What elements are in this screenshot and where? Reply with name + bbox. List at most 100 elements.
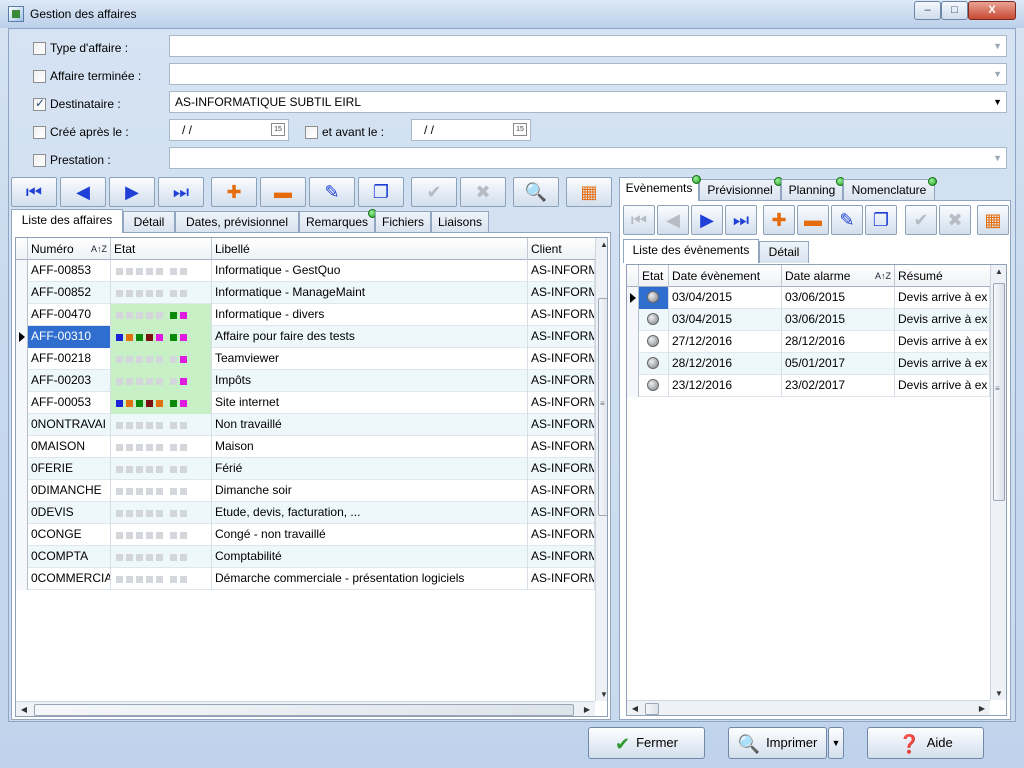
libelle-cell[interactable]: Affaire pour faire des tests bbox=[212, 326, 528, 348]
table-row[interactable]: 28/12/2016 05/01/2017 Devis arrive à ex bbox=[627, 353, 990, 375]
client-cell[interactable]: AS-INFORM bbox=[528, 480, 595, 502]
numero-cell[interactable]: 0NONTRAVAI bbox=[28, 414, 111, 436]
type-affaire-combo[interactable]: ▼ bbox=[169, 35, 1007, 57]
libelle-cell[interactable]: Informatique - divers bbox=[212, 304, 528, 326]
date-alarme-cell[interactable]: 03/06/2015 bbox=[782, 309, 895, 331]
client-cell[interactable]: AS-INFORM bbox=[528, 348, 595, 370]
scroll-thumb[interactable]: ≡ bbox=[993, 283, 1005, 501]
cree-apres-checkbox[interactable] bbox=[33, 125, 46, 139]
client-cell[interactable]: AS-INFORM bbox=[528, 436, 595, 458]
row-selector[interactable] bbox=[16, 260, 28, 282]
cree-apres-date-field[interactable]: / /15 bbox=[169, 119, 289, 141]
client-cell[interactable]: AS-INFORM bbox=[528, 414, 595, 436]
imprimer-button[interactable]: 🔍 Imprimer bbox=[728, 727, 827, 759]
evt-edit-button[interactable]: ✎ bbox=[831, 205, 863, 235]
hscroll-thumb[interactable] bbox=[34, 704, 574, 716]
col-libelle[interactable]: Libellé bbox=[212, 238, 528, 260]
numero-cell[interactable]: 0COMMERCIA bbox=[28, 568, 111, 590]
scroll-down-icon[interactable]: ▼ bbox=[596, 690, 607, 699]
table-row[interactable]: AFF-00218 Teamviewer AS-INFORM bbox=[16, 348, 595, 370]
cancel-button[interactable]: ✖ bbox=[460, 177, 506, 207]
scroll-thumb[interactable]: ≡ bbox=[598, 298, 607, 516]
date-evenement-cell[interactable]: 28/12/2016 bbox=[669, 353, 782, 375]
numero-cell[interactable]: AFF-00203 bbox=[28, 370, 111, 392]
table-row[interactable]: 27/12/2016 28/12/2016 Devis arrive à ex bbox=[627, 331, 990, 353]
client-cell[interactable]: AS-INFORM bbox=[528, 568, 595, 590]
resume-cell[interactable]: Devis arrive à ex bbox=[895, 331, 990, 353]
affaire-terminee-checkbox[interactable] bbox=[33, 69, 46, 83]
client-cell[interactable]: AS-INFORM bbox=[528, 392, 595, 414]
tab-dates-previsionnel[interactable]: Dates, prévisionnel bbox=[175, 211, 299, 233]
col-date-alarme[interactable]: Date alarme A↑Z bbox=[782, 265, 895, 287]
scroll-right-icon[interactable]: ▶ bbox=[579, 705, 595, 714]
numero-cell[interactable]: AFF-00218 bbox=[28, 348, 111, 370]
destinataire-combo[interactable]: AS-INFORMATIQUE SUBTIL EIRL ▼ bbox=[169, 91, 1007, 113]
row-selector[interactable] bbox=[16, 502, 28, 524]
scroll-left-icon[interactable]: ◀ bbox=[627, 704, 643, 713]
libelle-cell[interactable]: Informatique - ManageMaint bbox=[212, 282, 528, 304]
row-selector[interactable] bbox=[16, 414, 28, 436]
scroll-up-icon[interactable]: ▲ bbox=[991, 267, 1006, 276]
date-alarme-cell[interactable]: 03/06/2015 bbox=[782, 287, 895, 309]
libelle-cell[interactable]: Comptabilité bbox=[212, 546, 528, 568]
libelle-cell[interactable]: Etude, devis, facturation, ... bbox=[212, 502, 528, 524]
scroll-right-icon[interactable]: ▶ bbox=[974, 704, 990, 713]
evenements-vertical-scrollbar[interactable]: ▲ ≡ ▼ bbox=[990, 265, 1006, 700]
table-row[interactable]: 03/04/2015 03/06/2015 Devis arrive à ex bbox=[627, 309, 990, 331]
libelle-cell[interactable]: Teamviewer bbox=[212, 348, 528, 370]
libelle-cell[interactable]: Site internet bbox=[212, 392, 528, 414]
row-selector[interactable] bbox=[16, 546, 28, 568]
row-selector[interactable] bbox=[16, 524, 28, 546]
row-selector[interactable] bbox=[627, 309, 639, 331]
affaires-horizontal-scrollbar[interactable]: ◀ ▶ bbox=[16, 701, 595, 716]
tab-previsionnel[interactable]: Prévisionnel bbox=[699, 177, 783, 201]
resume-cell[interactable]: Devis arrive à ex bbox=[895, 287, 990, 309]
libelle-cell[interactable]: Férié bbox=[212, 458, 528, 480]
libelle-cell[interactable]: Maison bbox=[212, 436, 528, 458]
close-button[interactable]: X bbox=[968, 1, 1016, 20]
client-cell[interactable]: AS-INFORM bbox=[528, 370, 595, 392]
evt-prev-button[interactable]: ◀ bbox=[657, 205, 689, 235]
col-numero[interactable]: Numéro A↑Z bbox=[28, 238, 111, 260]
evt-grid-config-button[interactable]: ▦ bbox=[977, 205, 1009, 235]
affaire-terminee-combo[interactable]: ▼ bbox=[169, 63, 1007, 85]
numero-cell[interactable]: AFF-00470 bbox=[28, 304, 111, 326]
libelle-cell[interactable]: Congé - non travaillé bbox=[212, 524, 528, 546]
tab-liste-affaires[interactable]: Liste des affaires bbox=[11, 209, 123, 233]
table-row[interactable]: 0FERIE Férié AS-INFORM bbox=[16, 458, 595, 480]
edit-button[interactable]: ✎ bbox=[309, 177, 355, 207]
client-cell[interactable]: AS-INFORM bbox=[528, 502, 595, 524]
client-cell[interactable]: AS-INFORM bbox=[528, 304, 595, 326]
col-etat[interactable]: Etat bbox=[111, 238, 212, 260]
row-selector[interactable] bbox=[627, 331, 639, 353]
prestation-combo[interactable]: ▼ bbox=[169, 147, 1007, 169]
evt-first-button[interactable]: ⏮ bbox=[623, 205, 655, 235]
calendar-icon[interactable]: 15 bbox=[513, 123, 527, 136]
aide-button[interactable]: ❓ Aide bbox=[867, 727, 984, 759]
row-selector[interactable] bbox=[16, 568, 28, 590]
maximize-button[interactable]: □ bbox=[941, 1, 968, 20]
table-row[interactable]: AFF-00310 Affaire pour faire des tests AS-… bbox=[16, 326, 595, 348]
row-selector[interactable] bbox=[16, 436, 28, 458]
date-alarme-cell[interactable]: 23/02/2017 bbox=[782, 375, 895, 397]
tab-evt-detail[interactable]: Détail bbox=[759, 241, 809, 263]
table-row[interactable]: 0MAISON Maison AS-INFORM bbox=[16, 436, 595, 458]
date-evenement-cell[interactable]: 23/12/2016 bbox=[669, 375, 782, 397]
tab-remarques[interactable]: Remarques bbox=[299, 209, 377, 233]
evt-next-button[interactable]: ▶ bbox=[691, 205, 723, 235]
tab-liste-evenements[interactable]: Liste des évènements bbox=[623, 239, 759, 263]
row-selector[interactable] bbox=[16, 392, 28, 414]
col-resume[interactable]: Résumé bbox=[895, 265, 991, 287]
et-avant-checkbox[interactable] bbox=[305, 125, 318, 139]
client-cell[interactable]: AS-INFORM bbox=[528, 326, 595, 348]
row-selector[interactable] bbox=[16, 326, 28, 348]
table-row[interactable]: 0DEVIS Etude, devis, facturation, ... AS-I… bbox=[16, 502, 595, 524]
tab-planning[interactable]: Planning bbox=[781, 177, 845, 201]
tab-liaisons[interactable]: Liaisons bbox=[431, 211, 489, 233]
last-record-button[interactable]: ⏭ bbox=[158, 177, 204, 207]
row-selector[interactable] bbox=[16, 370, 28, 392]
scroll-up-icon[interactable]: ▲ bbox=[596, 240, 607, 249]
client-cell[interactable]: AS-INFORM bbox=[528, 282, 595, 304]
imprimer-dropdown-button[interactable]: ▼ bbox=[828, 727, 844, 759]
numero-cell[interactable]: AFF-00852 bbox=[28, 282, 111, 304]
